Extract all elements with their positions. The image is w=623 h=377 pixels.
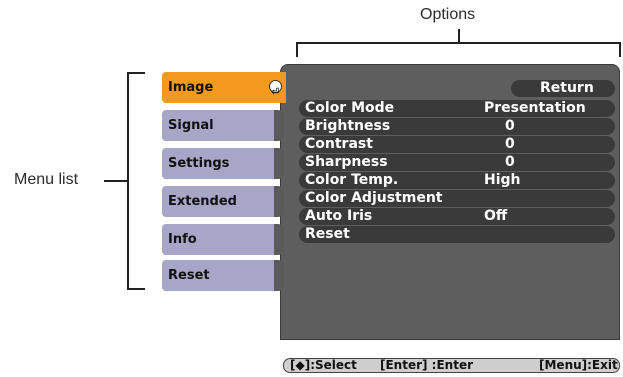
menu-list-annotation: Menu list bbox=[14, 171, 79, 188]
menu-tab-label: Image bbox=[168, 80, 214, 95]
options-panel: Return Color Mode Presentation Brightnes… bbox=[280, 64, 620, 340]
status-select-hint: [◆]:Select bbox=[290, 358, 357, 372]
option-label: Sharpness bbox=[305, 154, 388, 170]
status-exit-hint: [Menu]:Exit bbox=[539, 358, 618, 372]
option-row-brightness[interactable]: Brightness 0 bbox=[299, 118, 615, 135]
option-value: 0 bbox=[505, 136, 515, 152]
option-label: Color Temp. bbox=[305, 172, 399, 188]
option-row-auto-iris[interactable]: Auto Iris Off bbox=[299, 208, 615, 225]
option-label: Contrast bbox=[305, 136, 373, 152]
menu-tab-reset[interactable]: Reset bbox=[162, 260, 284, 291]
menu-tab-label: Settings bbox=[168, 156, 230, 171]
enter-icon bbox=[269, 77, 282, 108]
menu-tab-image[interactable]: Image bbox=[162, 72, 286, 108]
menu-tab-settings[interactable]: Settings bbox=[162, 148, 284, 179]
menu-tab-signal[interactable]: Signal bbox=[162, 110, 284, 141]
option-label: Color Mode bbox=[305, 100, 395, 116]
menu-tab-info[interactable]: Info bbox=[162, 224, 284, 255]
option-label: Reset bbox=[305, 226, 350, 242]
option-label: Color Adjustment bbox=[305, 190, 443, 206]
menu-tab-label: Info bbox=[168, 232, 197, 247]
option-label: Brightness bbox=[305, 118, 391, 134]
option-row-reset[interactable]: Reset bbox=[299, 226, 615, 243]
option-value: 0 bbox=[505, 154, 515, 170]
option-value: 0 bbox=[505, 118, 515, 134]
option-row-color-mode[interactable]: Color Mode Presentation bbox=[299, 100, 615, 117]
option-value: Off bbox=[484, 208, 508, 224]
menu-tab-label: Extended bbox=[168, 194, 237, 209]
return-button[interactable]: Return bbox=[511, 80, 615, 97]
status-bar: [◆]:Select [Enter] :Enter [Menu]:Exit bbox=[283, 358, 620, 373]
option-row-sharpness[interactable]: Sharpness 0 bbox=[299, 154, 615, 171]
status-enter-hint: [Enter] :Enter bbox=[380, 358, 474, 372]
option-value: Presentation bbox=[484, 100, 586, 116]
options-annotation: Options bbox=[420, 6, 476, 23]
option-label: Auto Iris bbox=[305, 208, 373, 224]
menu-tab-label: Signal bbox=[168, 118, 214, 133]
option-row-color-temp[interactable]: Color Temp. High bbox=[299, 172, 615, 189]
option-row-color-adjustment[interactable]: Color Adjustment bbox=[299, 190, 615, 207]
menu-tab-label: Reset bbox=[168, 268, 210, 283]
option-value: High bbox=[484, 172, 521, 188]
option-row-contrast[interactable]: Contrast 0 bbox=[299, 136, 615, 153]
menu-tab-extended[interactable]: Extended bbox=[162, 186, 284, 217]
